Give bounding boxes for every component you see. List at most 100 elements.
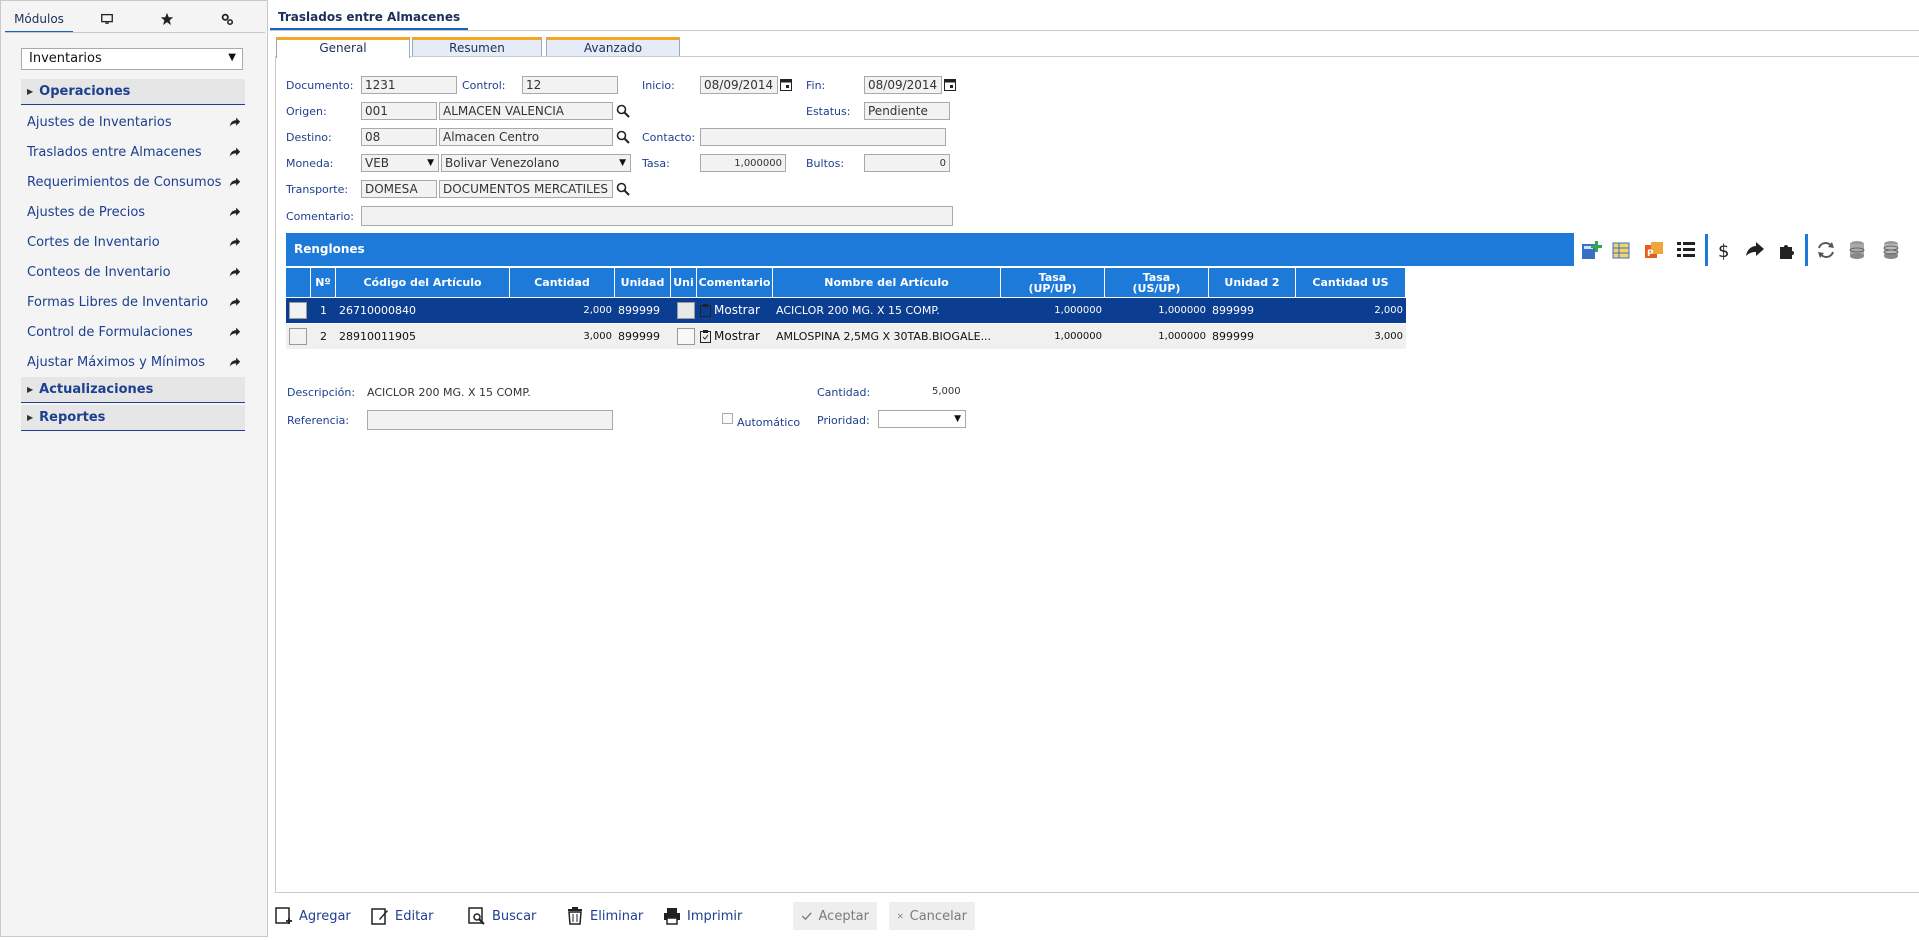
col-cantidad[interactable]: Cantidad [510, 268, 615, 297]
inicio-label: Inicio: [642, 79, 675, 92]
calendar-icon[interactable] [944, 78, 956, 91]
module-select[interactable]: Inventarios ▼ [21, 48, 243, 70]
automatico-checkbox[interactable] [722, 413, 733, 424]
buscar-button[interactable]: Buscar [468, 904, 536, 928]
inicio-date[interactable]: 08/09/2014 [700, 76, 778, 94]
row-checkbox[interactable] [289, 328, 307, 345]
sidebar-item-label: Conteos de Inventario [27, 264, 171, 280]
destino-name-field[interactable]: Almacen Centro [439, 128, 613, 146]
col-unidad2[interactable]: Unidad 2 [1209, 268, 1296, 297]
desktop-icon[interactable] [87, 7, 127, 31]
refresh-icon[interactable] [1815, 239, 1837, 261]
moneda-code-select[interactable]: VEB ▼ [361, 154, 439, 172]
section-actualizaciones[interactable]: ▶ Actualizaciones [21, 377, 245, 403]
table-row[interactable]: 1 26710000840 2,000 899999 Mostrar ACICL… [286, 298, 1406, 323]
tab-resumen[interactable]: Resumen [412, 37, 542, 56]
row-checkbox[interactable] [289, 302, 307, 319]
uni-checkbox[interactable] [677, 328, 695, 345]
toolbar-separator [1705, 234, 1708, 266]
col-uni[interactable]: Uni [671, 268, 697, 297]
editar-button[interactable]: Editar [371, 904, 434, 928]
database-icon[interactable] [1847, 239, 1869, 261]
origen-code-field[interactable]: 001 [361, 102, 437, 120]
transporte-code-field[interactable]: DOMESA [361, 180, 437, 198]
sidebar-item-cortes-inventario[interactable]: Cortes de Inventario [27, 230, 245, 254]
cancelar-button[interactable]: Cancelar [889, 902, 975, 930]
transporte-name-field[interactable]: DOCUMENTOS MERCATILES [439, 180, 613, 198]
col-tasa-up[interactable]: Tasa (UP/UP) [1001, 268, 1105, 297]
col-cantidad-us[interactable]: Cantidad US [1296, 268, 1406, 297]
cell-n: 2 [320, 330, 327, 343]
puzzle-icon[interactable] [1776, 239, 1798, 261]
contacto-field[interactable] [700, 128, 946, 146]
section-reportes[interactable]: ▶ Reportes [21, 405, 245, 431]
control-field[interactable]: 12 [522, 76, 618, 94]
origen-name-field[interactable]: ALMACEN VALENCIA [439, 102, 613, 120]
tab-general[interactable]: General [276, 37, 410, 58]
fin-label: Fin: [806, 79, 826, 92]
office-icon[interactable]: P [1643, 239, 1665, 261]
section-label: Actualizaciones [39, 382, 154, 397]
cell-unidad2: 899999 [1212, 330, 1254, 343]
prioridad-label: Prioridad: [817, 414, 870, 427]
gear-icon[interactable] [207, 7, 247, 31]
tab-avanzado[interactable]: Avanzado [546, 37, 680, 56]
referencia-field[interactable] [367, 410, 613, 430]
buscar-label: Buscar [492, 908, 537, 924]
moneda-name-select[interactable]: Bolivar Venezolano ▼ [441, 154, 631, 172]
list-icon[interactable] [1675, 239, 1697, 261]
sidebar-item-traslados-almacenes[interactable]: Traslados entre Almacenes [27, 140, 245, 164]
sidebar-item-ajustes-precios[interactable]: Ajustes de Precios [27, 200, 245, 224]
documento-label: Documento: [286, 79, 354, 92]
edit-grid-icon[interactable] [1611, 239, 1633, 261]
bultos-field[interactable]: 0 [864, 154, 950, 172]
eliminar-button[interactable]: Eliminar [566, 904, 643, 928]
star-icon[interactable] [147, 7, 187, 31]
destino-code-field[interactable]: 08 [361, 128, 437, 146]
calendar-icon[interactable] [780, 78, 792, 91]
referencia-label: Referencia: [287, 414, 350, 427]
cell-comentario[interactable]: Mostrar [697, 298, 773, 323]
col-tasa-us[interactable]: Tasa (US/UP) [1105, 268, 1209, 297]
tab-modulos[interactable]: Módulos [5, 7, 73, 33]
uni-checkbox[interactable] [677, 302, 695, 319]
aceptar-label: Aceptar [818, 908, 869, 924]
sidebar-item-ajustar-maximos[interactable]: Ajustar Máximos y Mínimos [27, 350, 245, 374]
table-row[interactable]: 2 28910011905 3,000 899999 Mostrar AMLOS… [286, 324, 1406, 349]
search-icon[interactable] [616, 104, 630, 118]
moneda-label: Moneda: [286, 157, 334, 170]
fin-date[interactable]: 08/09/2014 [864, 76, 942, 94]
sidebar-item-requerimientos-consumos[interactable]: Requerimientos de Consumos [27, 170, 245, 194]
search-icon[interactable] [616, 130, 630, 144]
col-nombre[interactable]: Nombre del Artículo [773, 268, 1001, 297]
col-select[interactable] [286, 268, 311, 297]
documento-field[interactable]: 1231 [361, 76, 457, 94]
sidebar-item-ajustes-inventarios[interactable]: Ajustes de Inventarios [27, 110, 245, 134]
chevron-down-icon: ▼ [228, 52, 236, 63]
col-unidad[interactable]: Unidad [615, 268, 671, 297]
sidebar-item-conteos-inventario[interactable]: Conteos de Inventario [27, 260, 245, 284]
sidebar-item-control-formulaciones[interactable]: Control de Formulaciones [27, 320, 245, 344]
forward-icon[interactable] [1744, 239, 1766, 261]
col-comentario[interactable]: Comentario [697, 268, 773, 297]
section-operaciones[interactable]: ▶ Operaciones [21, 79, 245, 105]
comentario-field[interactable] [361, 206, 953, 226]
transporte-label: Transporte: [286, 183, 349, 196]
tasa-field[interactable]: 1,000000 [700, 154, 786, 172]
add-item-icon[interactable] [1580, 239, 1602, 261]
agregar-button[interactable]: Agregar [275, 904, 351, 928]
search-icon[interactable] [616, 182, 630, 196]
cell-comentario[interactable]: Mostrar [697, 324, 773, 349]
dollar-icon[interactable]: $ [1713, 239, 1735, 261]
imprimir-button[interactable]: Imprimir [663, 904, 742, 928]
sidebar-divider [5, 32, 265, 33]
col-n[interactable]: Nº [311, 268, 336, 297]
database-stack-icon[interactable] [1879, 239, 1901, 261]
aceptar-button[interactable]: Aceptar [793, 902, 877, 930]
module-select-value: Inventarios [29, 51, 102, 66]
sidebar-item-formas-libres[interactable]: Formas Libres de Inventario [27, 290, 245, 314]
col-codigo[interactable]: Código del Artículo [336, 268, 510, 297]
svg-text:$: $ [1718, 241, 1729, 261]
cell-comentario-label: Mostrar [714, 329, 760, 343]
prioridad-select[interactable]: ▼ [878, 410, 966, 428]
